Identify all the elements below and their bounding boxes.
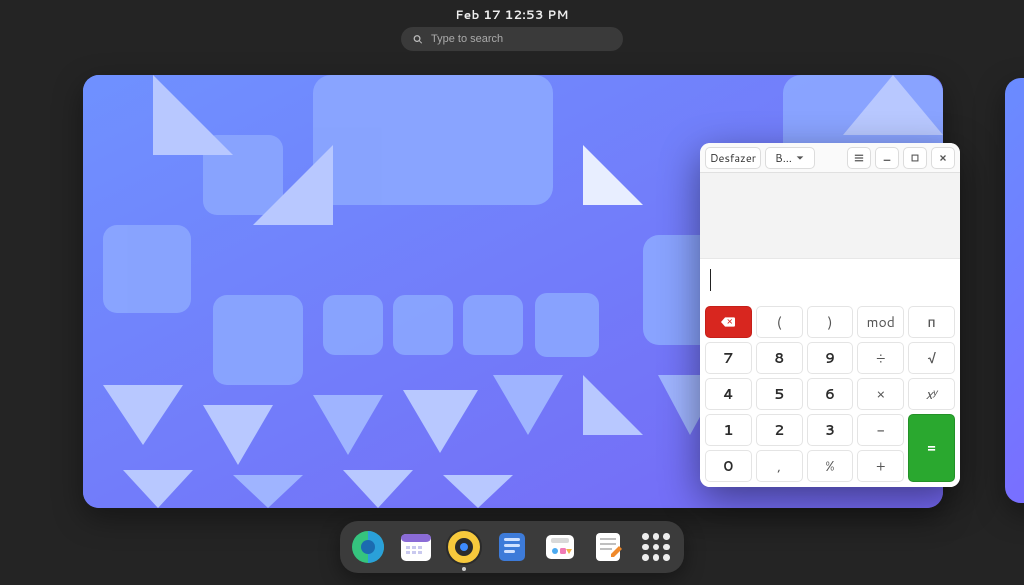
key-4[interactable]: 4	[705, 378, 752, 410]
close-button[interactable]	[931, 147, 955, 169]
key-sqrt[interactable]: √	[908, 342, 955, 374]
mode-label: B…	[775, 150, 792, 166]
dash	[340, 521, 684, 573]
key-divide[interactable]: ÷	[857, 342, 904, 374]
key-subtract[interactable]: −	[857, 414, 904, 446]
key-0[interactable]: 0	[705, 450, 752, 482]
dash-app-web[interactable]	[350, 529, 386, 565]
search-input[interactable]	[431, 33, 611, 45]
key-8[interactable]: 8	[756, 342, 803, 374]
key-9[interactable]: 9	[807, 342, 854, 374]
search-icon	[413, 34, 423, 45]
key-7[interactable]: 7	[705, 342, 752, 374]
text-editor-icon	[590, 529, 626, 565]
minimize-button[interactable]	[875, 147, 899, 169]
music-icon	[446, 529, 482, 565]
key-decimal[interactable]: ,	[756, 450, 803, 482]
close-icon	[938, 153, 948, 163]
text-cursor	[710, 269, 711, 291]
workspace-thumbnail-next[interactable]	[1005, 78, 1024, 503]
key-6[interactable]: 6	[807, 378, 854, 410]
key-add[interactable]: +	[857, 450, 904, 482]
key-equals[interactable]: =	[908, 414, 955, 482]
calculator-window[interactable]: Desfazer B… ( ) mod π 7 8 9 ÷	[700, 143, 960, 487]
dash-app-files[interactable]	[494, 529, 530, 565]
calculator-history	[700, 173, 960, 259]
calculator-keypad: ( ) mod π 7 8 9 ÷ √ 4 5 6 × xʸ 1 2 3 − =…	[700, 301, 960, 487]
key-lparen[interactable]: (	[756, 306, 803, 338]
maximize-icon	[910, 153, 920, 163]
key-percent[interactable]: %	[807, 450, 854, 482]
software-icon	[542, 529, 578, 565]
minimize-icon	[882, 153, 892, 163]
key-2[interactable]: 2	[756, 414, 803, 446]
running-indicator	[462, 567, 466, 571]
topbar-clock[interactable]: Feb 17 12:53 PM	[455, 6, 569, 23]
key-rparen[interactable]: )	[807, 306, 854, 338]
undo-button[interactable]: Desfazer	[705, 147, 761, 169]
mode-dropdown[interactable]: B…	[765, 147, 815, 169]
hamburger-menu-button[interactable]	[847, 147, 871, 169]
key-3[interactable]: 3	[807, 414, 854, 446]
key-pi[interactable]: π	[908, 306, 955, 338]
key-clear[interactable]	[705, 306, 752, 338]
maximize-button[interactable]	[903, 147, 927, 169]
hamburger-icon	[854, 153, 864, 163]
web-browser-icon	[350, 529, 386, 565]
key-multiply[interactable]: ×	[857, 378, 904, 410]
activities-search[interactable]	[401, 27, 623, 51]
dash-app-text-editor[interactable]	[590, 529, 626, 565]
key-power[interactable]: xʸ	[908, 378, 955, 410]
dash-app-music[interactable]	[446, 529, 482, 565]
show-apps-button[interactable]	[638, 529, 674, 565]
key-5[interactable]: 5	[756, 378, 803, 410]
key-1[interactable]: 1	[705, 414, 752, 446]
calendar-icon	[398, 529, 434, 565]
dash-app-calendar[interactable]	[398, 529, 434, 565]
dash-app-software[interactable]	[542, 529, 578, 565]
key-mod[interactable]: mod	[857, 306, 904, 338]
calculator-input[interactable]	[700, 259, 960, 301]
chevron-down-icon	[795, 153, 805, 163]
backspace-icon	[721, 315, 735, 329]
files-icon	[494, 529, 530, 565]
calculator-headerbar: Desfazer B…	[700, 143, 960, 173]
